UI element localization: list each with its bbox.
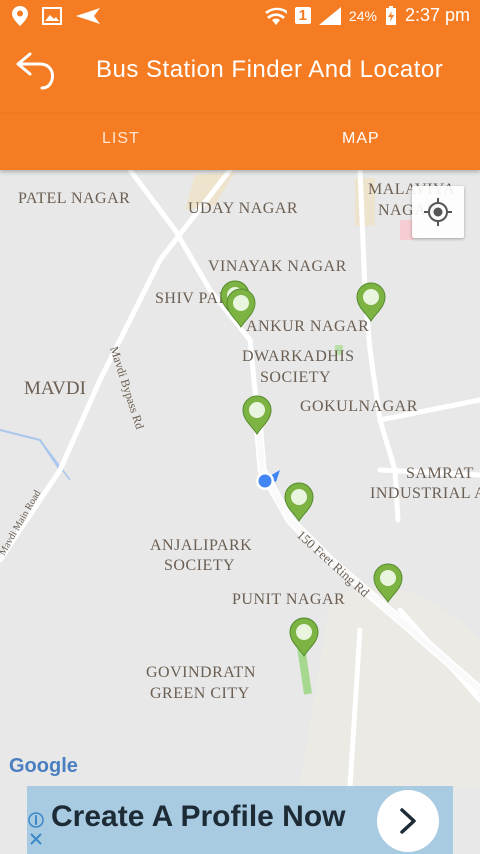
google-logo: Google — [9, 755, 78, 777]
chevron-right-icon — [400, 808, 416, 834]
send-icon — [76, 8, 100, 24]
ad-headline: Create A Profile Now — [51, 800, 346, 833]
my-location-button[interactable] — [412, 186, 464, 238]
app-bar: Bus Station Finder And Locator — [0, 34, 480, 114]
wifi-icon — [264, 7, 287, 25]
tab-bar: LIST MAP — [0, 114, 480, 170]
map-label-samrat-2: INDUSTRIAL AR — [370, 485, 480, 502]
ad-info-icon[interactable] — [27, 812, 45, 852]
map-label-mavdi: MAVDI — [24, 378, 86, 399]
location-icon — [12, 6, 28, 26]
map-label-vinayak-nagar: VINAYAK NAGAR — [208, 258, 347, 275]
map-label-gokulnagar: GOKULNAGAR — [300, 398, 418, 415]
gallery-icon — [42, 7, 62, 25]
status-bar: 1 24% 2:37 pm — [0, 0, 480, 34]
map-label-anjalipark-1: ANJALIPARK — [150, 537, 252, 554]
map-label-uday-nagar: UDAY NAGAR — [188, 200, 298, 217]
clock: 2:37 pm — [404, 5, 470, 25]
tab-map[interactable]: MAP — [342, 130, 380, 148]
back-arrow-icon[interactable] — [12, 46, 60, 94]
ad-open-button[interactable] — [377, 790, 439, 852]
map-label-shiv-park: SHIV PAR — [155, 290, 230, 307]
battery-charging-icon — [385, 5, 396, 25]
battery-percent: 24% — [348, 7, 377, 24]
crosshair-icon — [424, 198, 452, 226]
map-canvas[interactable]: PATEL NAGAR UDAY NAGAR MALAVIYA NAGAR VI… — [0, 170, 480, 786]
ad-banner[interactable]: Create A Profile Now — [27, 786, 453, 854]
map-label-samrat-1: SAMRAT — [406, 465, 474, 482]
map-view[interactable]: PATEL NAGAR UDAY NAGAR MALAVIYA NAGAR VI… — [0, 170, 480, 786]
map-label-patel-nagar: PATEL NAGAR — [18, 190, 130, 207]
map-label-govindratn-2: GREEN CITY — [150, 685, 250, 702]
map-label-anjalipark-2: SOCIETY — [164, 557, 235, 574]
map-label-dwarkadhis-2: SOCIETY — [260, 369, 331, 386]
map-label-ankur-nagar: ANKUR NAGAR — [246, 318, 369, 335]
signal-icon — [318, 6, 341, 25]
map-label-govindratn-1: GOVINDRATN — [146, 664, 256, 681]
page-title: Bus Station Finder And Locator — [96, 56, 444, 83]
sim-badge: 1 — [294, 7, 311, 24]
map-label-punit-nagar: PUNIT NAGAR — [232, 591, 345, 608]
tab-list[interactable]: LIST — [102, 130, 140, 148]
map-label-dwarkadhis-1: DWARKADHIS — [242, 348, 355, 365]
